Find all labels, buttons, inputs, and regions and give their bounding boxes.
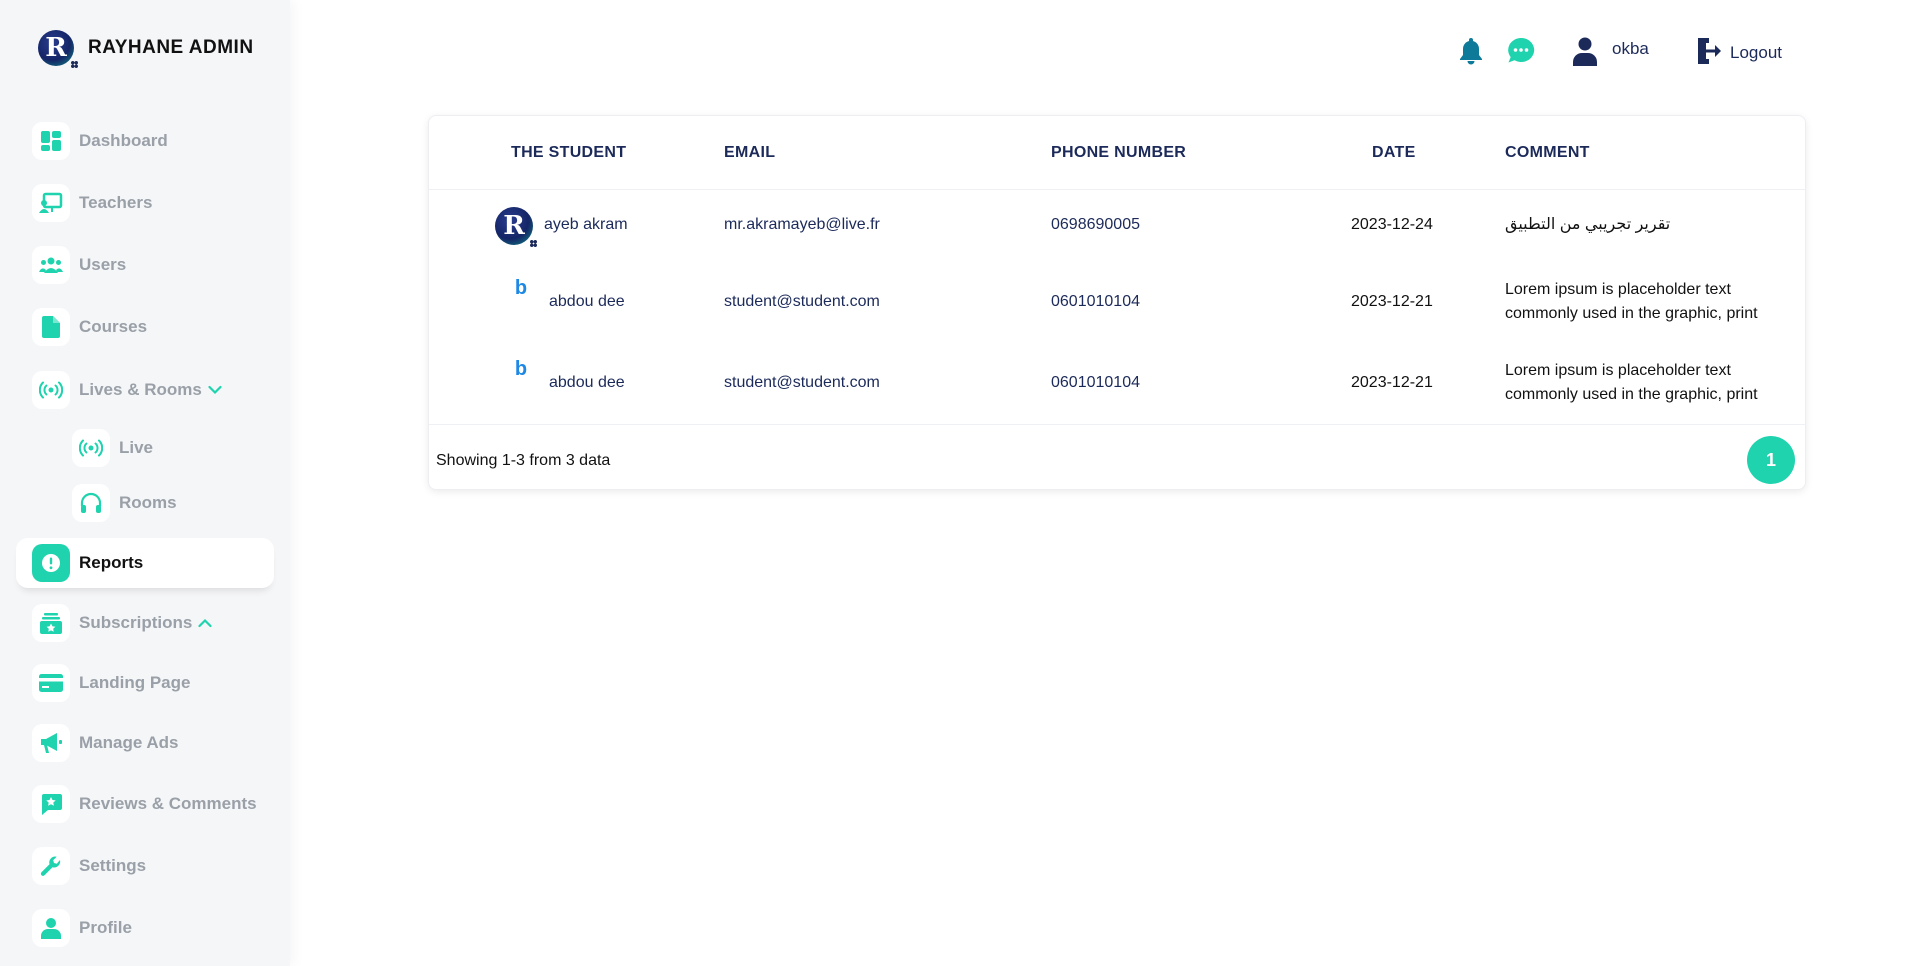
headphones-icon xyxy=(72,484,110,522)
notifications-button[interactable] xyxy=(1458,36,1484,70)
column-header-phone[interactable]: PHONE NUMBER xyxy=(1051,144,1186,162)
sidebar-item-reviews-comments[interactable]: Reviews & Comments xyxy=(32,784,257,824)
header-divider xyxy=(429,189,1805,190)
student-name[interactable]: abdou dee xyxy=(549,293,625,311)
student-name[interactable]: ayeb akram xyxy=(544,216,628,234)
chevron-up-icon xyxy=(198,615,212,631)
logout-label: Logout xyxy=(1730,43,1782,62)
logout-button[interactable]: Logout xyxy=(1696,36,1782,70)
sidebar-item-label: Landing Page xyxy=(79,673,191,692)
avatar: b xyxy=(514,358,528,380)
megaphone-icon xyxy=(32,724,70,762)
sidebar-item-label: Rooms xyxy=(119,493,177,512)
review-icon xyxy=(32,785,70,823)
sidebar-item-label: Reviews & Comments xyxy=(79,794,257,813)
pagination-summary: Showing 1-3 from 3 data xyxy=(436,452,611,469)
sidebar-item-label: Settings xyxy=(79,856,147,875)
sidebar-item-reports[interactable]: Reports xyxy=(32,543,143,583)
sidebar-item-subscriptions[interactable]: Subscriptions xyxy=(32,603,212,643)
column-header-date[interactable]: DATE xyxy=(1372,144,1416,162)
column-header-comment[interactable]: COMMENT xyxy=(1505,144,1590,162)
phone-cell: 0601010104 xyxy=(1051,293,1140,310)
sidebar-item-teachers[interactable]: Teachers xyxy=(32,183,152,223)
brand[interactable]: R RAYHANE ADMIN xyxy=(38,30,254,68)
brand-title: RAYHANE ADMIN xyxy=(88,37,254,58)
sidebar-item-label: Dashboard xyxy=(79,131,168,150)
user-name: okba xyxy=(1612,39,1649,58)
sidebar-item-manage-ads[interactable]: Manage Ads xyxy=(32,723,179,763)
phone-cell: 0601010104 xyxy=(1051,374,1140,391)
bell-icon xyxy=(1458,36,1484,71)
wrench-icon xyxy=(32,847,70,885)
broadcast-icon xyxy=(72,429,110,467)
chat-icon xyxy=(1506,36,1536,71)
sidebar-item-courses[interactable]: Courses xyxy=(32,307,147,347)
avatar: R xyxy=(495,207,537,247)
sidebar-item-label: Lives & Rooms xyxy=(79,380,202,399)
sidebar-item-label: Teachers xyxy=(79,193,153,212)
users-icon xyxy=(32,246,70,284)
column-header-student[interactable]: THE STUDENT xyxy=(511,144,626,162)
column-header-email[interactable]: EMAIL xyxy=(724,144,775,162)
user-menu[interactable]: okba xyxy=(1572,36,1649,70)
sidebar-item-label: Courses xyxy=(79,317,148,336)
sidebar-item-profile[interactable]: Profile xyxy=(32,908,132,948)
email-cell: student@student.com xyxy=(724,374,880,391)
sidebar-item-label: Subscriptions xyxy=(79,613,193,632)
chevron-down-icon xyxy=(208,382,222,398)
footer-divider xyxy=(429,424,1805,425)
dashboard-icon xyxy=(32,122,70,160)
sidebar-item-label: Reports xyxy=(79,553,144,572)
user-icon xyxy=(32,909,70,947)
comment-cell: تقرير تجريبي من التطبيق xyxy=(1505,216,1671,233)
sidebar-item-dashboard[interactable]: Dashboard xyxy=(32,121,168,161)
date-cell: 2023-12-24 xyxy=(1351,216,1433,233)
sidebar-item-lives-rooms[interactable]: Lives & Rooms xyxy=(32,370,222,410)
credit-card-icon xyxy=(32,664,70,702)
alert-icon xyxy=(32,544,70,582)
date-cell: 2023-12-21 xyxy=(1351,293,1433,310)
sidebar-item-label: Manage Ads xyxy=(79,733,179,752)
messages-button[interactable] xyxy=(1506,36,1536,70)
comment-cell: Lorem ipsum is placeholder text commonly… xyxy=(1505,281,1758,322)
date-cell: 2023-12-21 xyxy=(1351,374,1433,391)
subscription-icon xyxy=(32,604,70,642)
email-cell: student@student.com xyxy=(724,293,880,310)
sidebar-item-rooms[interactable]: Rooms xyxy=(72,483,177,523)
student-name[interactable]: abdou dee xyxy=(549,374,625,392)
file-icon xyxy=(32,308,70,346)
reports-table: THE STUDENT EMAIL PHONE NUMBER DATE COMM… xyxy=(428,115,1806,490)
phone-cell: 0698690005 xyxy=(1051,216,1140,233)
sidebar-item-live[interactable]: Live xyxy=(72,428,153,468)
sidebar-item-label: Live xyxy=(119,438,154,457)
brand-logo: R xyxy=(38,30,78,68)
page-button-1[interactable]: 1 xyxy=(1747,436,1795,484)
broadcast-icon xyxy=(32,371,70,409)
sidebar-item-settings[interactable]: Settings xyxy=(32,846,146,886)
logout-icon xyxy=(1696,36,1722,71)
email-cell: mr.akramayeb@live.fr xyxy=(724,216,880,233)
teacher-board-icon xyxy=(32,184,70,222)
sidebar: R RAYHANE ADMIN Dashboard Teachers Users… xyxy=(0,0,290,966)
avatar: b xyxy=(514,277,528,299)
comment-cell: Lorem ipsum is placeholder text commonly… xyxy=(1505,362,1758,403)
sidebar-item-landing-page[interactable]: Landing Page xyxy=(32,663,190,703)
sidebar-item-label: Users xyxy=(79,255,127,274)
sidebar-item-label: Profile xyxy=(79,918,132,937)
user-icon xyxy=(1572,36,1598,71)
sidebar-item-users[interactable]: Users xyxy=(32,245,126,285)
